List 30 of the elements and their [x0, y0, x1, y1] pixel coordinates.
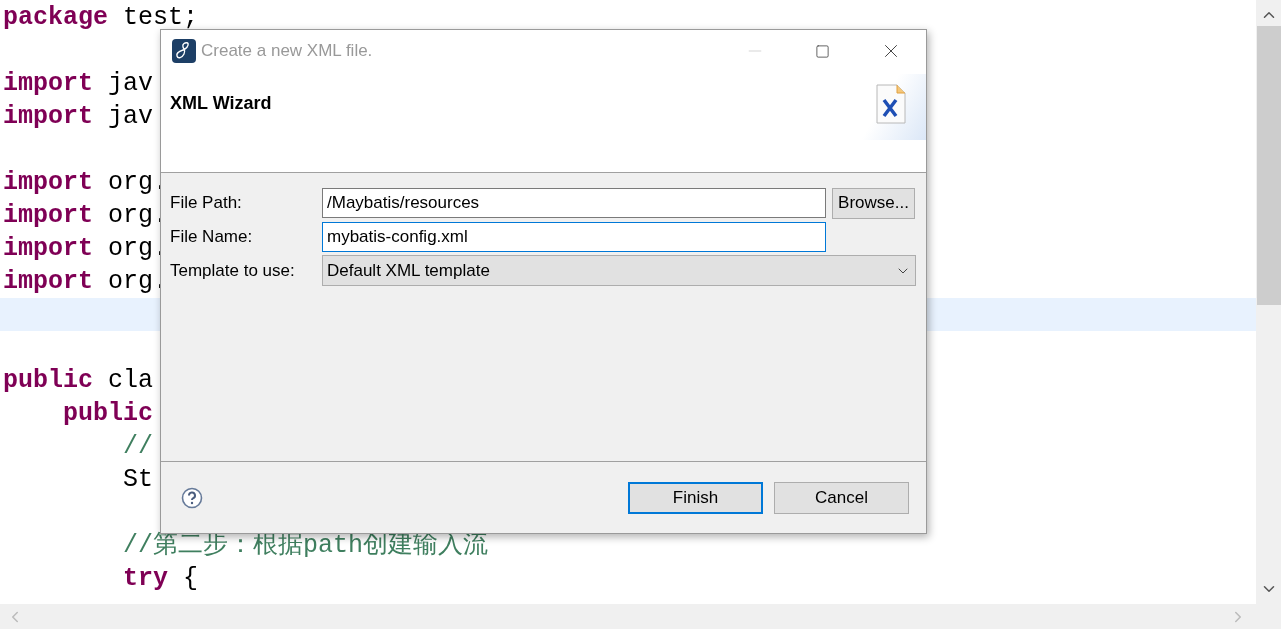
field-label: File Name:: [170, 226, 254, 249]
code-line: import org.: [3, 267, 169, 296]
code-line: package test;: [3, 3, 199, 32]
code-line: //: [122, 432, 154, 461]
field-label: File Path:: [170, 192, 243, 215]
code-line: try {: [122, 564, 199, 593]
scrollbar-thumb[interactable]: [1256, 26, 1281, 305]
browse-button[interactable]: Browse...: [832, 187, 915, 219]
horizontal-scrollbar[interactable]: [0, 604, 1281, 629]
dialog-button[interactable]: Finish: [628, 481, 763, 514]
wizard-heading: XML Wizard: [170, 92, 272, 115]
code-line: public: [62, 399, 154, 428]
field-label: Template to use:: [170, 259, 296, 282]
code-line: import org.: [3, 201, 169, 230]
help-icon[interactable]: [181, 486, 203, 509]
code-line: public cla: [3, 366, 154, 395]
code-line: import org.: [3, 168, 169, 197]
window-title: Create a new XML file.: [201, 40, 373, 63]
vertical-scrollbar[interactable]: [1256, 0, 1281, 604]
code-line: import org.: [3, 234, 169, 263]
code-line: import jav: [3, 102, 154, 131]
app-logo-icon: [172, 39, 196, 63]
maximize-icon[interactable]: [815, 43, 830, 59]
template-dropdown[interactable]: Default XML template: [322, 255, 916, 286]
dialog-button[interactable]: Cancel: [774, 481, 909, 514]
code-line: St: [122, 465, 154, 494]
text-field[interactable]: mybatis-config.xml: [322, 222, 826, 252]
code-line: import jav: [3, 69, 154, 98]
text-field[interactable]: /Maybatis/resources: [322, 188, 826, 218]
xml-file-icon: [876, 84, 906, 124]
